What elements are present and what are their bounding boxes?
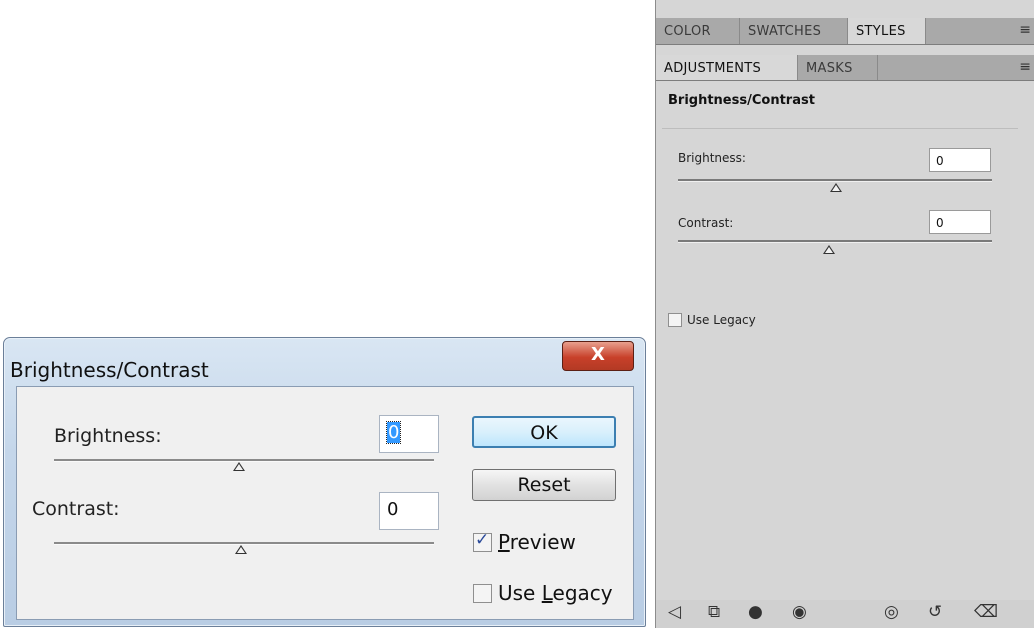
checkmark-icon: ✓ [475, 529, 490, 550]
second-tab-bar: ADJUSTMENTS MASKS ≡ [656, 55, 1034, 81]
ok-button[interactable]: OK [472, 416, 616, 448]
visibility-eye-icon[interactable]: ◉ [792, 602, 807, 622]
use-legacy-checkbox-row[interactable]: Use Legacy [473, 581, 613, 605]
dialog-body: Brightness: 0 Contrast: 0 OK Reset ✓ Pre… [16, 386, 634, 620]
panel-brightness-label: Brightness: [678, 151, 746, 165]
panel-brightness-slider[interactable] [678, 179, 992, 182]
expand-view-icon[interactable]: ⧉ [708, 602, 720, 622]
dialog-title: Brightness/Contrast [10, 358, 209, 382]
brightness-contrast-dialog: Brightness/Contrast X Brightness: 0 Cont… [3, 337, 646, 627]
return-to-list-icon[interactable]: ◁ [668, 602, 681, 622]
top-tab-bar: COLOR SWATCHES STYLES ≡ [656, 18, 1034, 45]
use-legacy-checkbox[interactable] [473, 583, 492, 603]
divider [662, 128, 1018, 129]
panel-menu-icon[interactable]: ≡ [1019, 59, 1031, 75]
panel-menu-icon[interactable]: ≡ [1019, 22, 1031, 38]
preview-checkbox[interactable]: ✓ [473, 529, 492, 552]
panel-use-legacy-row[interactable]: Use Legacy [668, 313, 756, 327]
panel-contrast-input[interactable]: 0 [929, 210, 991, 234]
tab-color[interactable]: COLOR [656, 18, 740, 44]
adjustment-heading: Brightness/Contrast [668, 93, 815, 108]
brightness-label: Brightness: [54, 425, 162, 447]
reset-button[interactable]: Reset [472, 469, 616, 501]
close-button[interactable]: X [562, 341, 634, 371]
panel-brightness-input[interactable]: 0 [929, 148, 991, 172]
preview-label: Preview [498, 530, 576, 554]
tab-masks[interactable]: MASKS [798, 55, 878, 80]
view-previous-state-icon[interactable]: ◎ [884, 602, 899, 622]
clip-to-layer-icon[interactable]: ● [748, 602, 763, 622]
preview-checkbox-row[interactable]: ✓ Preview [473, 530, 576, 554]
reset-icon[interactable]: ↺ [928, 602, 942, 622]
contrast-input[interactable]: 0 [379, 492, 439, 530]
brightness-value: 0 [385, 421, 402, 444]
panel-bottom-bar: ◁ ⧉ ● ◉ ◎ ↺ ⌫ [656, 600, 1034, 628]
tab-swatches[interactable]: SWATCHES [740, 18, 848, 44]
use-legacy-label: Use Legacy [498, 581, 613, 605]
brightness-input[interactable]: 0 [379, 415, 439, 453]
adjustments-panel: COLOR SWATCHES STYLES ≡ ADJUSTMENTS MASK… [655, 0, 1034, 628]
panel-contrast-label: Contrast: [678, 216, 734, 230]
delete-icon[interactable]: ⌫ [974, 602, 998, 622]
tab-styles[interactable]: STYLES [848, 18, 926, 44]
panel-use-legacy-label: Use Legacy [687, 313, 756, 327]
contrast-label: Contrast: [32, 498, 120, 520]
panel-contrast-slider[interactable] [678, 240, 992, 243]
panel-use-legacy-checkbox[interactable] [668, 313, 682, 327]
tab-adjustments[interactable]: ADJUSTMENTS [656, 55, 798, 80]
